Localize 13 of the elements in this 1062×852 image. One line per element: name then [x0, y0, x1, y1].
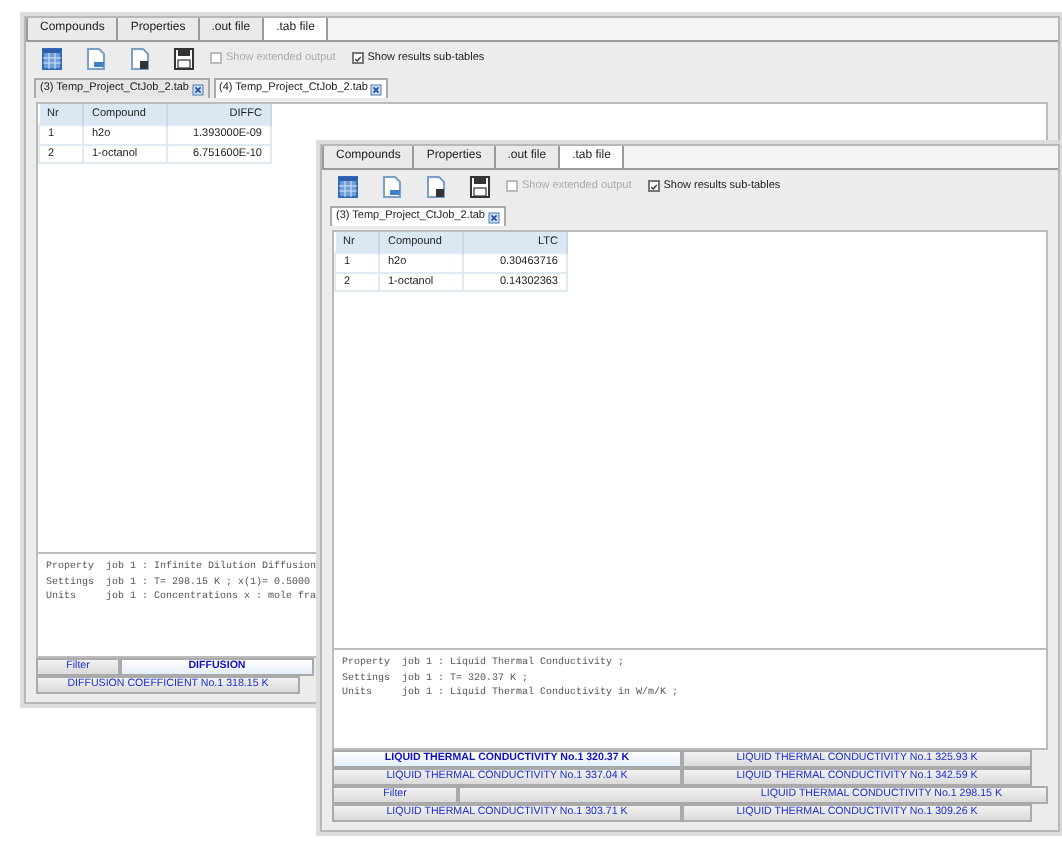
document-icon[interactable] — [86, 47, 106, 69]
save-icon[interactable] — [174, 47, 194, 69]
close-icon[interactable] — [487, 211, 499, 223]
checkbox[interactable] — [351, 52, 364, 64]
close-icon[interactable] — [191, 83, 203, 95]
table-icon[interactable] — [42, 47, 62, 69]
save-icon[interactable] — [470, 175, 490, 197]
table-icon[interactable] — [338, 175, 358, 197]
document-lock-icon[interactable] — [426, 175, 446, 197]
checkbox[interactable] — [647, 180, 660, 192]
document-lock-icon[interactable] — [130, 47, 150, 69]
close-icon[interactable] — [370, 83, 382, 95]
document-icon[interactable] — [382, 175, 402, 197]
